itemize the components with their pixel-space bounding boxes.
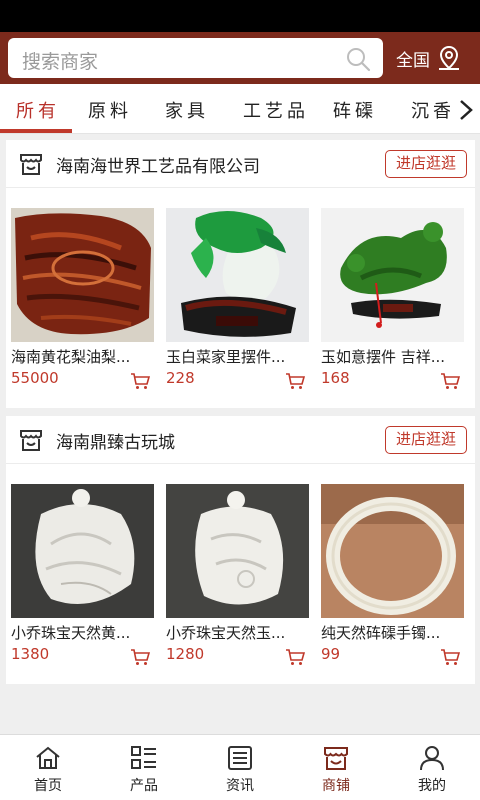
product-price: 168 [321, 369, 350, 387]
product-title: 纯天然砗磲手镯... [321, 624, 441, 642]
chevron-right-icon [460, 100, 473, 120]
bottom-nav: 首页 产品 资讯 商铺 我的 [0, 734, 480, 800]
tab-clam-shell[interactable]: 砗磲 [333, 97, 377, 123]
search-input[interactable]: 搜索商家 [8, 38, 383, 78]
product-title: 玉如意摆件 吉祥... [321, 348, 446, 366]
product-title: 海南黄花梨油梨... [11, 348, 131, 366]
nav-news-label: 资讯 [226, 778, 254, 794]
cart-icon[interactable] [440, 372, 460, 390]
tab-furniture[interactable]: 家具 [165, 97, 209, 123]
shop-name: 海南鼎臻古玩城 [56, 433, 175, 453]
nav-products-label: 产品 [130, 778, 158, 794]
product-item[interactable]: 玉如意摆件 吉祥... 168 [321, 188, 464, 408]
nav-home[interactable]: 首页 [0, 735, 96, 800]
product-item[interactable]: 纯天然砗磲手镯... 99 [321, 464, 464, 684]
product-image[interactable] [166, 208, 309, 342]
product-list: 小乔珠宝天然黄... 1380 小乔珠宝天然玉... 1280 纯天然砗磲手镯.… [6, 464, 475, 684]
visit-shop-button[interactable]: 进店逛逛 [385, 150, 467, 178]
shop-card: 海南海世界工艺品有限公司 进店逛逛 海南黄花梨油梨... 55000 玉白菜家里… [6, 140, 475, 408]
nav-products[interactable]: 产品 [96, 735, 192, 800]
tab-crafts[interactable]: 工艺品 [243, 97, 309, 123]
category-tabs: 所有 原料 家具 工艺品 砗磲 沉香 [0, 84, 480, 134]
cart-icon[interactable] [130, 648, 150, 666]
product-image[interactable] [321, 208, 464, 342]
product-image[interactable] [166, 484, 309, 618]
product-title: 小乔珠宝天然黄... [11, 624, 131, 642]
product-price: 1380 [11, 645, 50, 663]
cart-icon[interactable] [440, 648, 460, 666]
store-icon [324, 747, 348, 770]
nav-me[interactable]: 我的 [384, 735, 480, 800]
store-icon [20, 430, 42, 451]
shop-header: 海南海世界工艺品有限公司 进店逛逛 [6, 140, 475, 188]
tab-all[interactable]: 所有 [16, 97, 60, 123]
region-label: 全国 [396, 50, 430, 71]
product-item[interactable]: 玉白菜家里摆件... 228 [166, 188, 309, 408]
header-bar: 搜索商家 全国 [0, 32, 480, 84]
shop-name: 海南海世界工艺品有限公司 [56, 157, 260, 177]
shop-card: 海南鼎臻古玩城 进店逛逛 小乔珠宝天然黄... 1380 小乔珠宝天然玉... … [6, 416, 475, 684]
nav-stores-label: 商铺 [322, 778, 350, 794]
product-title: 玉白菜家里摆件... [166, 348, 286, 366]
product-item[interactable]: 小乔珠宝天然玉... 1280 [166, 464, 309, 684]
home-icon [36, 746, 60, 769]
nav-me-label: 我的 [418, 778, 446, 794]
product-list: 海南黄花梨油梨... 55000 玉白菜家里摆件... 228 玉如意摆件 吉祥… [6, 188, 475, 408]
active-tab-indicator [0, 129, 72, 133]
nav-news[interactable]: 资讯 [192, 735, 288, 800]
product-item[interactable]: 海南黄花梨油梨... 55000 [11, 188, 154, 408]
nav-stores[interactable]: 商铺 [288, 735, 384, 800]
tab-agarwood[interactable]: 沉香 [411, 97, 455, 123]
cart-icon[interactable] [285, 372, 305, 390]
status-bar [0, 0, 480, 32]
cart-icon[interactable] [285, 648, 305, 666]
product-price: 99 [321, 645, 341, 663]
shop-header: 海南鼎臻古玩城 进店逛逛 [6, 416, 475, 464]
search-placeholder: 搜索商家 [22, 51, 99, 73]
product-item[interactable]: 小乔珠宝天然黄... 1380 [11, 464, 154, 684]
nav-home-label: 首页 [34, 778, 62, 794]
location-pin-icon [439, 45, 459, 70]
tab-raw-material[interactable]: 原料 [88, 97, 132, 123]
store-icon [20, 154, 42, 175]
region-selector[interactable]: 全国 [396, 44, 462, 72]
search-icon[interactable] [345, 46, 371, 72]
product-image[interactable] [321, 484, 464, 618]
visit-shop-button[interactable]: 进店逛逛 [385, 426, 467, 454]
product-image[interactable] [11, 484, 154, 618]
news-icon [228, 746, 252, 770]
user-icon [420, 746, 444, 771]
product-price: 1280 [166, 645, 205, 663]
tabs-scroll-right[interactable] [450, 84, 480, 133]
product-title: 小乔珠宝天然玉... [166, 624, 286, 642]
product-price: 228 [166, 369, 195, 387]
product-price: 55000 [11, 369, 59, 387]
cart-icon[interactable] [130, 372, 150, 390]
list-icon [131, 746, 156, 769]
product-image[interactable] [11, 208, 154, 342]
